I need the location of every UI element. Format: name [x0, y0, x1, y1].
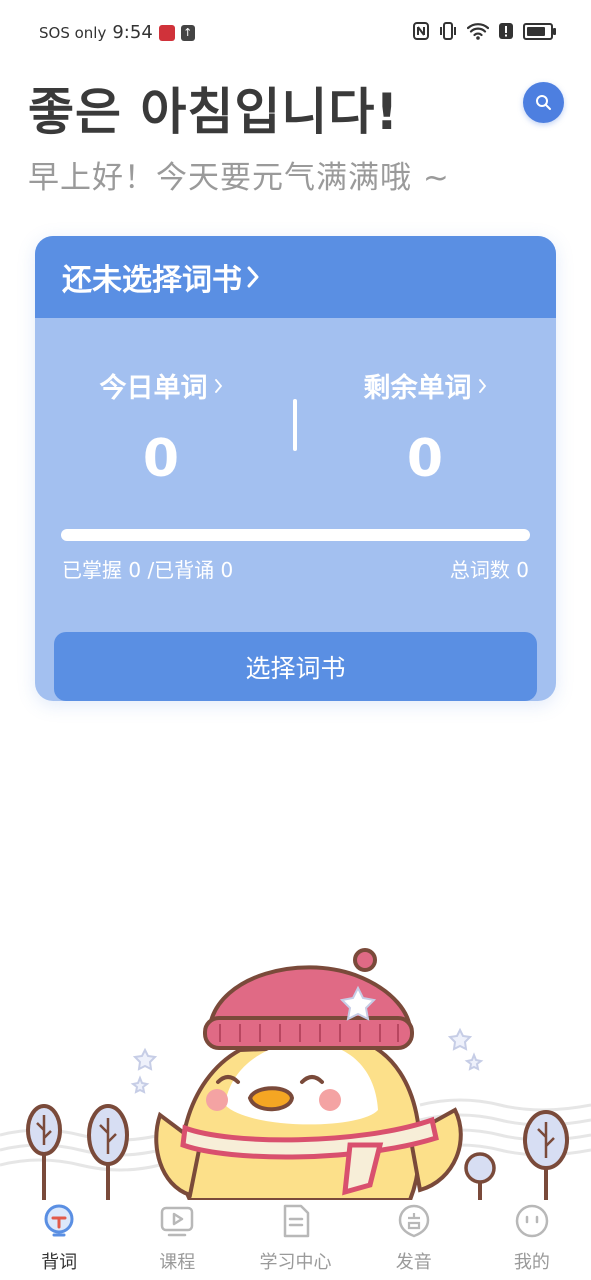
search-button[interactable]: [523, 82, 564, 123]
card-title: 还未选择词书: [62, 263, 242, 298]
nav-label: 我的: [513, 1252, 550, 1273]
nav-item-pronunciation[interactable]: 发音: [355, 1200, 473, 1280]
clock: 9:54: [112, 22, 153, 43]
today-words-label: 今日单词: [99, 373, 208, 404]
nav-label: 学习中心: [259, 1252, 332, 1273]
upload-icon: ↑: [180, 24, 195, 41]
remaining-words-stat[interactable]: 剩余单词 0: [355, 366, 495, 489]
profile-icon: [515, 1204, 549, 1238]
today-words-value: 0: [142, 429, 180, 489]
total-words-count: 总词数 0: [449, 558, 529, 582]
nav-item-study-center[interactable]: 学习中心: [236, 1200, 354, 1280]
remaining-words-label: 剩余单词: [363, 373, 472, 404]
vibrate-icon: [440, 22, 456, 40]
status-bar: SOS only 9:54 ↑: [0, 0, 591, 66]
chevron-right-icon: [247, 266, 259, 288]
nfc-icon: [413, 22, 429, 40]
status-bar-right: [413, 22, 556, 40]
bottom-nav: 背词 课程 学习中心 发音 我的: [0, 1200, 591, 1280]
wordbook-card: 还未选择词书 今日单词 0 剩余单词 0 已掌握 0 /已背诵 0 总词数 0 …: [35, 236, 556, 701]
video-icon: [161, 1206, 194, 1237]
document-icon: [283, 1204, 309, 1238]
progress-bar: [61, 529, 530, 541]
status-bar-left: SOS only 9:54 ↑: [39, 22, 195, 43]
today-words-stat[interactable]: 今日单词 0: [91, 366, 231, 489]
voice-icon: [398, 1204, 429, 1238]
duck-mascot-illustration: [0, 948, 591, 1200]
chevron-right-icon: [214, 378, 222, 393]
nav-item-courses[interactable]: 课程: [118, 1200, 236, 1280]
carrier-text: SOS only: [39, 23, 107, 42]
choose-wordbook-header[interactable]: 还未选择词书: [35, 236, 556, 318]
search-icon: [536, 95, 551, 110]
nav-item-words[interactable]: 背词: [0, 1200, 118, 1280]
select-wordbook-button[interactable]: 选择词书: [54, 632, 537, 701]
wifi-icon: [467, 23, 489, 40]
greeting-korean: 좋은 아침입니다!: [28, 83, 400, 141]
battery-icon: [523, 22, 556, 40]
app-notification-icon: [158, 24, 175, 41]
bulb-icon: [44, 1204, 74, 1237]
stat-divider: [293, 399, 297, 451]
greeting-chinese: 早上好！今天要元气满满哦 ~: [28, 160, 450, 196]
alert-icon: [499, 23, 513, 39]
nav-item-profile[interactable]: 我的: [473, 1200, 591, 1280]
nav-label: 课程: [159, 1252, 196, 1273]
nav-label: 背词: [41, 1252, 78, 1273]
nav-label: 发音: [395, 1252, 432, 1273]
chevron-right-icon: [478, 378, 486, 393]
remaining-words-value: 0: [406, 429, 444, 489]
mastered-count: 已掌握 0 /已背诵 0: [62, 558, 234, 582]
